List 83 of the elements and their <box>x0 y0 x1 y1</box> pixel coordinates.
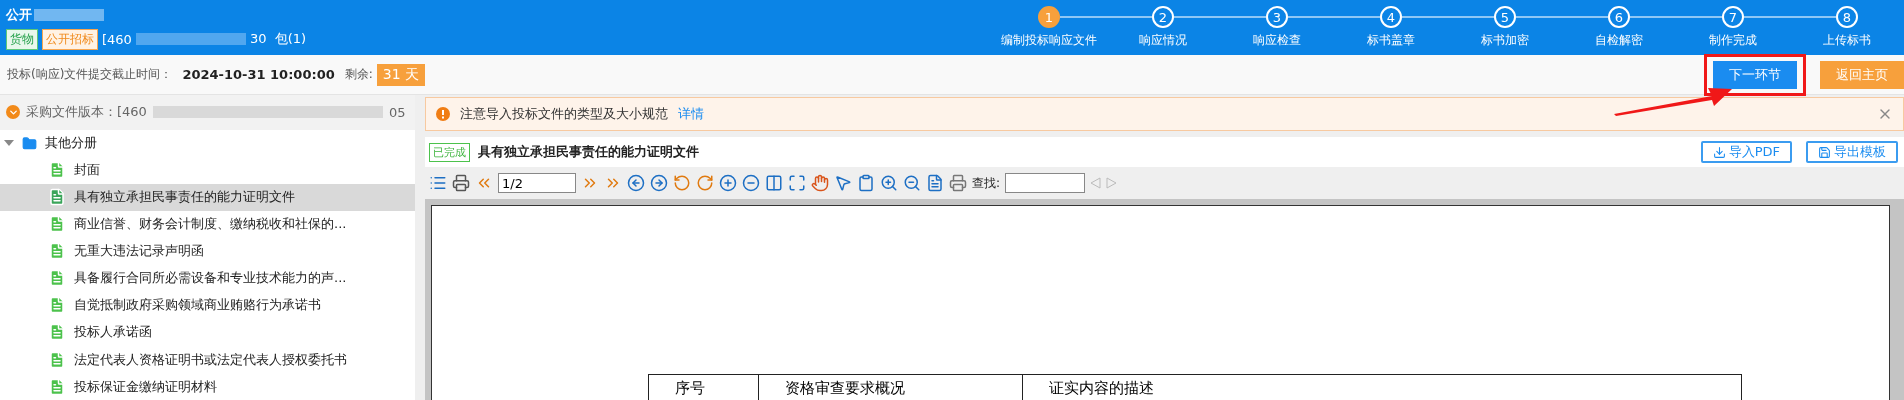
toc-icon[interactable] <box>429 174 447 192</box>
document-title: 具有独立承担民事责任的能力证明文件 <box>478 143 700 161</box>
table-header-cell-text: 证实内容的描述 <box>1048 378 1155 399</box>
import-pdf-button[interactable]: 导入PDF <box>1700 141 1792 163</box>
forward-icon[interactable] <box>650 174 668 192</box>
expand-caret-icon[interactable] <box>4 140 14 147</box>
status-tag: 已完成 <box>429 142 470 162</box>
print-icon[interactable] <box>452 174 470 192</box>
project-title: 公开 <box>6 5 32 24</box>
select-cursor-icon[interactable] <box>834 174 852 192</box>
warning-icon <box>436 107 450 121</box>
find-label: 查找: <box>972 174 1001 192</box>
step-label: 自检解密 <box>1595 32 1643 49</box>
document-icon <box>48 242 66 261</box>
document-icon[interactable] <box>926 174 944 192</box>
category-tag: 公开招标 <box>42 28 98 50</box>
tree-item[interactable]: 具有独立承担民事责任的能力证明文件 <box>0 183 415 211</box>
plus-circle-icon[interactable] <box>719 174 737 192</box>
package-label: 30 包(1) <box>249 30 307 48</box>
zoom-out-icon[interactable] <box>903 174 921 192</box>
step-label: 制作完成 <box>1709 32 1757 49</box>
step-number[interactable]: 4 <box>1380 6 1402 28</box>
printer-icon[interactable] <box>949 174 967 192</box>
notice-text: 注意导入投标文件的类型及大小规范 <box>460 105 668 123</box>
clipboard-icon[interactable] <box>857 174 875 192</box>
tree-item[interactable]: 法定代表人资格证明书或法定代表人授权委托书 <box>0 346 415 374</box>
remaining-days: 31 天 <box>376 63 426 86</box>
step-number[interactable]: 1 <box>1038 6 1060 28</box>
tree-item[interactable]: 投标人承诺函 <box>0 318 415 346</box>
document-icon <box>48 377 66 396</box>
redacted-block <box>34 8 104 21</box>
document-icon <box>48 323 66 342</box>
project-code: [460 <box>102 31 132 47</box>
document-icon <box>48 215 66 234</box>
step-label: 上传标书 <box>1823 32 1871 49</box>
deadline-value: 2024-10-31 10:00:00 <box>182 67 335 82</box>
step-number[interactable]: 5 <box>1494 6 1516 28</box>
step-label: 编制投标响应文件 <box>1001 32 1097 49</box>
tree-item[interactable]: 封面 <box>0 156 415 184</box>
save-icon <box>1818 145 1831 159</box>
version-suffix: 05 <box>388 104 406 120</box>
step-label: 标书加密 <box>1481 32 1529 49</box>
step-number[interactable]: 6 <box>1608 6 1630 28</box>
hand-icon[interactable] <box>811 174 829 192</box>
details-link[interactable]: 详情 <box>678 105 704 123</box>
table-header-cell: 序号 <box>649 375 759 400</box>
tree-item[interactable]: 商业信誉、财务会计制度、缴纳税收和社保的... <box>0 210 415 238</box>
export-template-button[interactable]: 导出模板 <box>1806 141 1898 163</box>
document-icon <box>48 350 66 369</box>
document-icon <box>48 188 66 207</box>
download-icon <box>1712 145 1726 159</box>
remaining-label: 剩余: <box>344 66 373 83</box>
document-icon <box>48 161 66 180</box>
step-number[interactable]: 7 <box>1722 6 1744 28</box>
step-label: 响应情况 <box>1139 32 1187 49</box>
step-label: 标书盖章 <box>1367 32 1415 49</box>
step-number[interactable]: 3 <box>1266 6 1288 28</box>
document-icon <box>48 296 66 315</box>
tree-folder[interactable]: 其他分册 <box>0 129 415 157</box>
step-number[interactable]: 2 <box>1152 6 1174 28</box>
next-step-button[interactable]: 下一环节 <box>1713 60 1797 89</box>
folder-icon <box>22 135 37 151</box>
tree-item[interactable]: 自觉抵制政府采购领域商业贿赂行为承诺书 <box>0 291 415 319</box>
step-label: 响应检查 <box>1253 32 1301 49</box>
fit-page-icon[interactable] <box>788 174 806 192</box>
tree-item[interactable]: 投标保证金缴纳证明材料 <box>0 373 415 400</box>
rotate-right-icon[interactable] <box>696 174 714 192</box>
back-icon[interactable] <box>627 174 645 192</box>
minus-circle-icon[interactable] <box>742 174 760 192</box>
fit-width-icon[interactable] <box>765 174 783 192</box>
category-tag: 货物 <box>6 28 38 50</box>
version-label: 采购文件版本：[460 <box>26 103 147 122</box>
home-button[interactable]: 返回主页 <box>1820 60 1904 89</box>
zoom-in-icon[interactable] <box>880 174 898 192</box>
tree-item[interactable]: 具备履行合同所必需设备和专业技术能力的声... <box>0 264 415 292</box>
step-number[interactable]: 8 <box>1836 6 1858 28</box>
tree-item[interactable]: 无重大违法记录声明函 <box>0 237 415 265</box>
find-field[interactable] <box>1005 173 1086 193</box>
page-number-field[interactable]: 1/2 <box>498 173 576 193</box>
document-icon <box>48 269 66 288</box>
rotate-left-icon[interactable] <box>673 174 691 192</box>
table-header-cell: 资格审查要求概况 <box>759 375 1023 400</box>
deadline-label: 投标(响应)文件提交截止时间： <box>7 66 173 83</box>
